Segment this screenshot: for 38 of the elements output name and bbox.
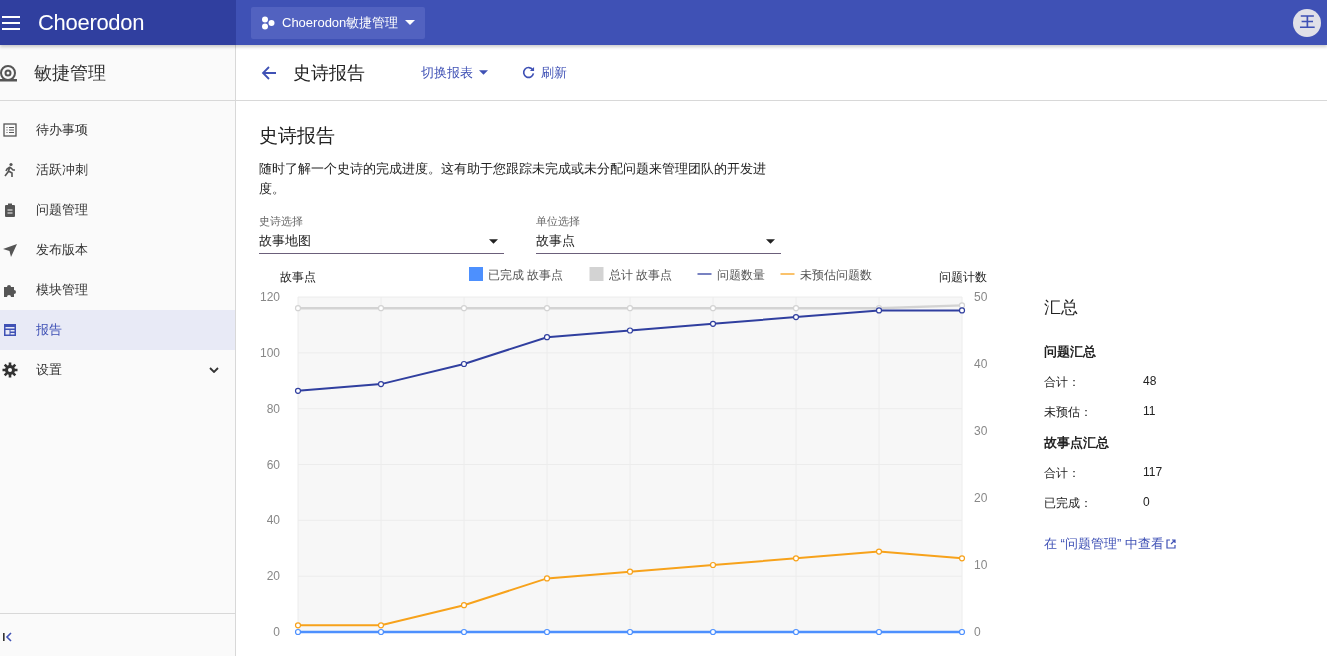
legend-label: 未预估问题数 [799, 268, 872, 282]
section-heading: 故事点汇总 [1044, 434, 1110, 452]
legend-label: 问题数量 [716, 268, 765, 282]
summary-label: 合计： [1044, 465, 1081, 482]
legend-label: 总计 故事点 [607, 268, 672, 282]
axis-tick-label: 40 [266, 513, 280, 528]
axis-tick-label: 80 [266, 401, 280, 416]
axis-tick-label: 10 [974, 558, 988, 572]
legend-item: 总计 故事点 [589, 267, 672, 282]
report-description: 随时了解一个史诗的完成进度。这有助于您跟踪未完成或未分配问题来管理团队的开发进度。 [259, 161, 767, 198]
sidebar-title: 敏捷管理 [34, 61, 106, 85]
summary-label: 未预估： [1044, 404, 1093, 421]
axis-tick-label: 100 [259, 345, 280, 360]
axis-tick-label: 120 [259, 290, 280, 304]
report-title: 史诗报告 [259, 124, 336, 148]
summary-value: 117 [1143, 465, 1163, 481]
summary-value: 48 [1143, 374, 1157, 390]
axis-tick-label: 20 [974, 491, 988, 505]
axis-title: 问题计数 [939, 270, 987, 284]
legend-label: 已完成 故事点 [488, 268, 564, 282]
section-heading: 问题汇总 [1044, 343, 1097, 361]
summary-label: 已完成： [1044, 495, 1093, 512]
axis-tick-label: 30 [974, 424, 988, 438]
legend-item: 已完成 故事点 [469, 267, 564, 282]
axis-tick-label: 50 [974, 290, 988, 304]
axis-tick-label: 0 [273, 625, 280, 639]
summary-title: 汇总 [1044, 297, 1079, 319]
axis-tick-label: 60 [266, 457, 280, 472]
summary-value: 11 [1143, 404, 1156, 420]
page-title: 史诗报告 [293, 61, 365, 85]
axis-title: 故事点 [280, 270, 316, 284]
legend-item: 问题数量 [696, 268, 765, 282]
summary-label: 合计： [1044, 374, 1081, 391]
axis-tick-label: 20 [266, 569, 280, 584]
legend-item: 未预估问题数 [779, 268, 872, 282]
axis-tick-label: 0 [974, 625, 981, 639]
axis-tick-label: 40 [974, 357, 988, 371]
summary-value: 0 [1143, 495, 1150, 511]
